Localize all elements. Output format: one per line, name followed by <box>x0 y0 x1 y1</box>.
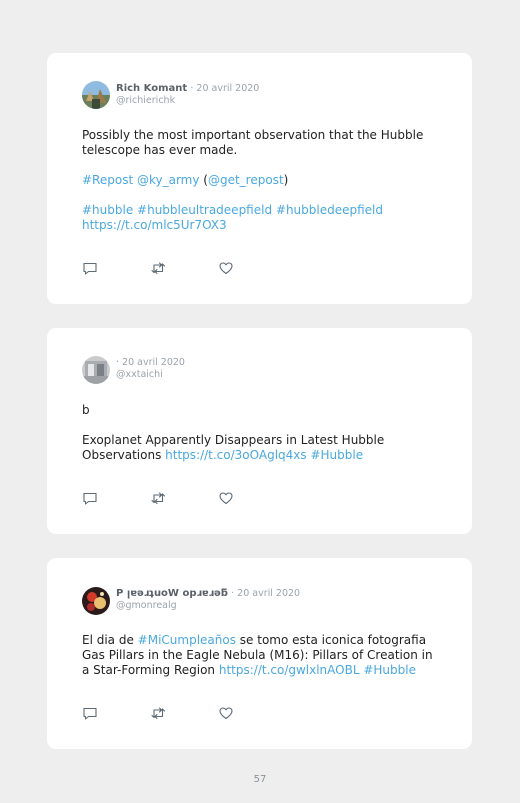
tweet-text-run: Possibly the most important observation … <box>82 128 424 157</box>
reply-icon[interactable] <box>82 705 98 721</box>
tweet-actions <box>82 490 242 506</box>
retweet-icon[interactable] <box>150 260 166 276</box>
tweet-date[interactable]: · 20 avril 2020 <box>116 357 185 368</box>
url-hashtag-link[interactable]: https://t.co/3oOAglq4xs #Hubble <box>165 448 363 462</box>
mention-link[interactable]: @get_repost <box>208 173 284 187</box>
user-handle[interactable]: @gmonrealg <box>116 600 300 612</box>
tweet-paragraph: Exoplanet Apparently Disappears in Lates… <box>82 433 442 463</box>
tweet-text: El dia de #MiCumpleaños se tomo esta ico… <box>82 633 442 678</box>
url-hashtag-link[interactable]: https://t.co/gwlxlnAOBL #Hubble <box>219 663 416 677</box>
page-number: 57 <box>253 774 267 785</box>
tweet-text-run: ( <box>199 173 208 187</box>
hashtag-link[interactable]: #MiCumpleaños <box>138 633 236 647</box>
tweet-text: Possibly the most important observation … <box>82 128 442 233</box>
tweet-paragraph: b <box>82 403 442 418</box>
heart-icon[interactable] <box>218 260 234 276</box>
tweet-text: b Exoplanet Apparently Disappears in Lat… <box>82 403 442 463</box>
tweet-card: P ןɐǝɹʇuoW opɹɐɹǝƃ · 20 avril 2020 @gmon… <box>47 558 472 749</box>
tweet-card: Rich Komant · 20 avril 2020 @richierichk… <box>47 53 472 304</box>
user-handle[interactable]: @richierichk <box>116 95 259 107</box>
tweet-text-run: ) <box>283 173 289 187</box>
avatar[interactable] <box>82 587 110 615</box>
reply-icon[interactable] <box>82 260 98 276</box>
user-handle[interactable]: @xxtaichi <box>116 369 185 381</box>
tweet-date[interactable]: · 20 avril 2020 <box>190 83 259 94</box>
tweet-header: · 20 avril 2020 @xxtaichi <box>116 356 185 381</box>
heart-icon[interactable] <box>218 705 234 721</box>
tweet-text-run: b <box>82 403 90 417</box>
retweet-icon[interactable] <box>150 705 166 721</box>
reply-icon[interactable] <box>82 490 98 506</box>
heart-icon[interactable] <box>218 490 234 506</box>
avatar[interactable] <box>82 81 110 109</box>
display-name[interactable]: P ןɐǝɹʇuoW opɹɐɹǝƃ <box>116 588 228 599</box>
hashtag-mention-link[interactable]: #Repost @ky_army <box>82 173 199 187</box>
tweet-card: · 20 avril 2020 @xxtaichi b Exoplanet Ap… <box>47 328 472 534</box>
tweet-paragraph: Possibly the most important observation … <box>82 128 442 158</box>
tweet-paragraph: #hubble #hubbleultradeepfield #hubbledee… <box>82 203 442 233</box>
tweet-actions <box>82 260 242 276</box>
tweet-paragraph: #Repost @ky_army (@get_repost) <box>82 173 442 188</box>
retweet-icon[interactable] <box>150 490 166 506</box>
tweet-actions <box>82 705 242 721</box>
avatar[interactable] <box>82 356 110 384</box>
tweet-date[interactable]: · 20 avril 2020 <box>231 588 300 599</box>
tweet-header: Rich Komant · 20 avril 2020 @richierichk <box>116 82 259 107</box>
display-name[interactable]: Rich Komant <box>116 83 187 94</box>
hashtags-url-link[interactable]: #hubble #hubbleultradeepfield #hubbledee… <box>82 203 383 232</box>
tweet-text-run: El dia de <box>82 633 138 647</box>
tweet-header: P ןɐǝɹʇuoW opɹɐɹǝƃ · 20 avril 2020 @gmon… <box>116 587 300 612</box>
tweet-paragraph: El dia de #MiCumpleaños se tomo esta ico… <box>82 633 442 678</box>
